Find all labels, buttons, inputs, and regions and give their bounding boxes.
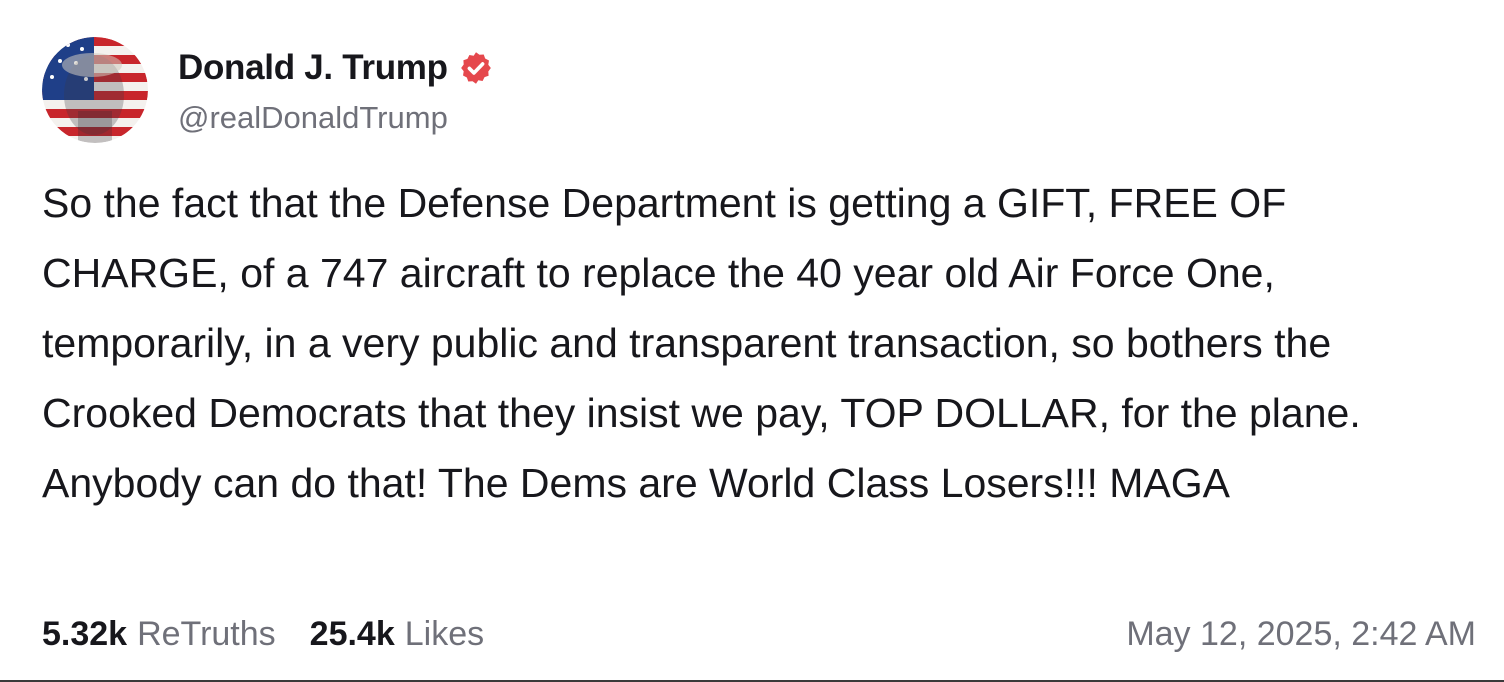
post-timestamp[interactable]: May 12, 2025, 2:42 AM: [1126, 612, 1476, 656]
retruths-stat[interactable]: 5.32k ReTruths: [42, 615, 276, 654]
verified-badge-icon: [458, 50, 494, 86]
author-handle[interactable]: @realDonaldTrump: [178, 100, 448, 136]
author-display-name[interactable]: Donald J. Trump: [178, 48, 448, 88]
retruths-count: 5.32k: [42, 614, 128, 653]
retruths-label: ReTruths: [137, 614, 276, 653]
post-body-text: So the fact that the Defense Department …: [42, 180, 1361, 506]
likes-stat[interactable]: 25.4k Likes: [310, 615, 484, 654]
author-avatar[interactable]: [42, 37, 148, 143]
likes-label: Likes: [404, 614, 485, 653]
author-name-row: Donald J. Trump: [178, 46, 494, 90]
likes-count: 25.4k: [309, 614, 395, 653]
avatar-image: [42, 37, 148, 143]
truth-post: Donald J. Trump @realDonaldTrump So the …: [0, 0, 1504, 682]
post-stats: 5.32k ReTruths 25.4k Likes: [42, 612, 518, 656]
